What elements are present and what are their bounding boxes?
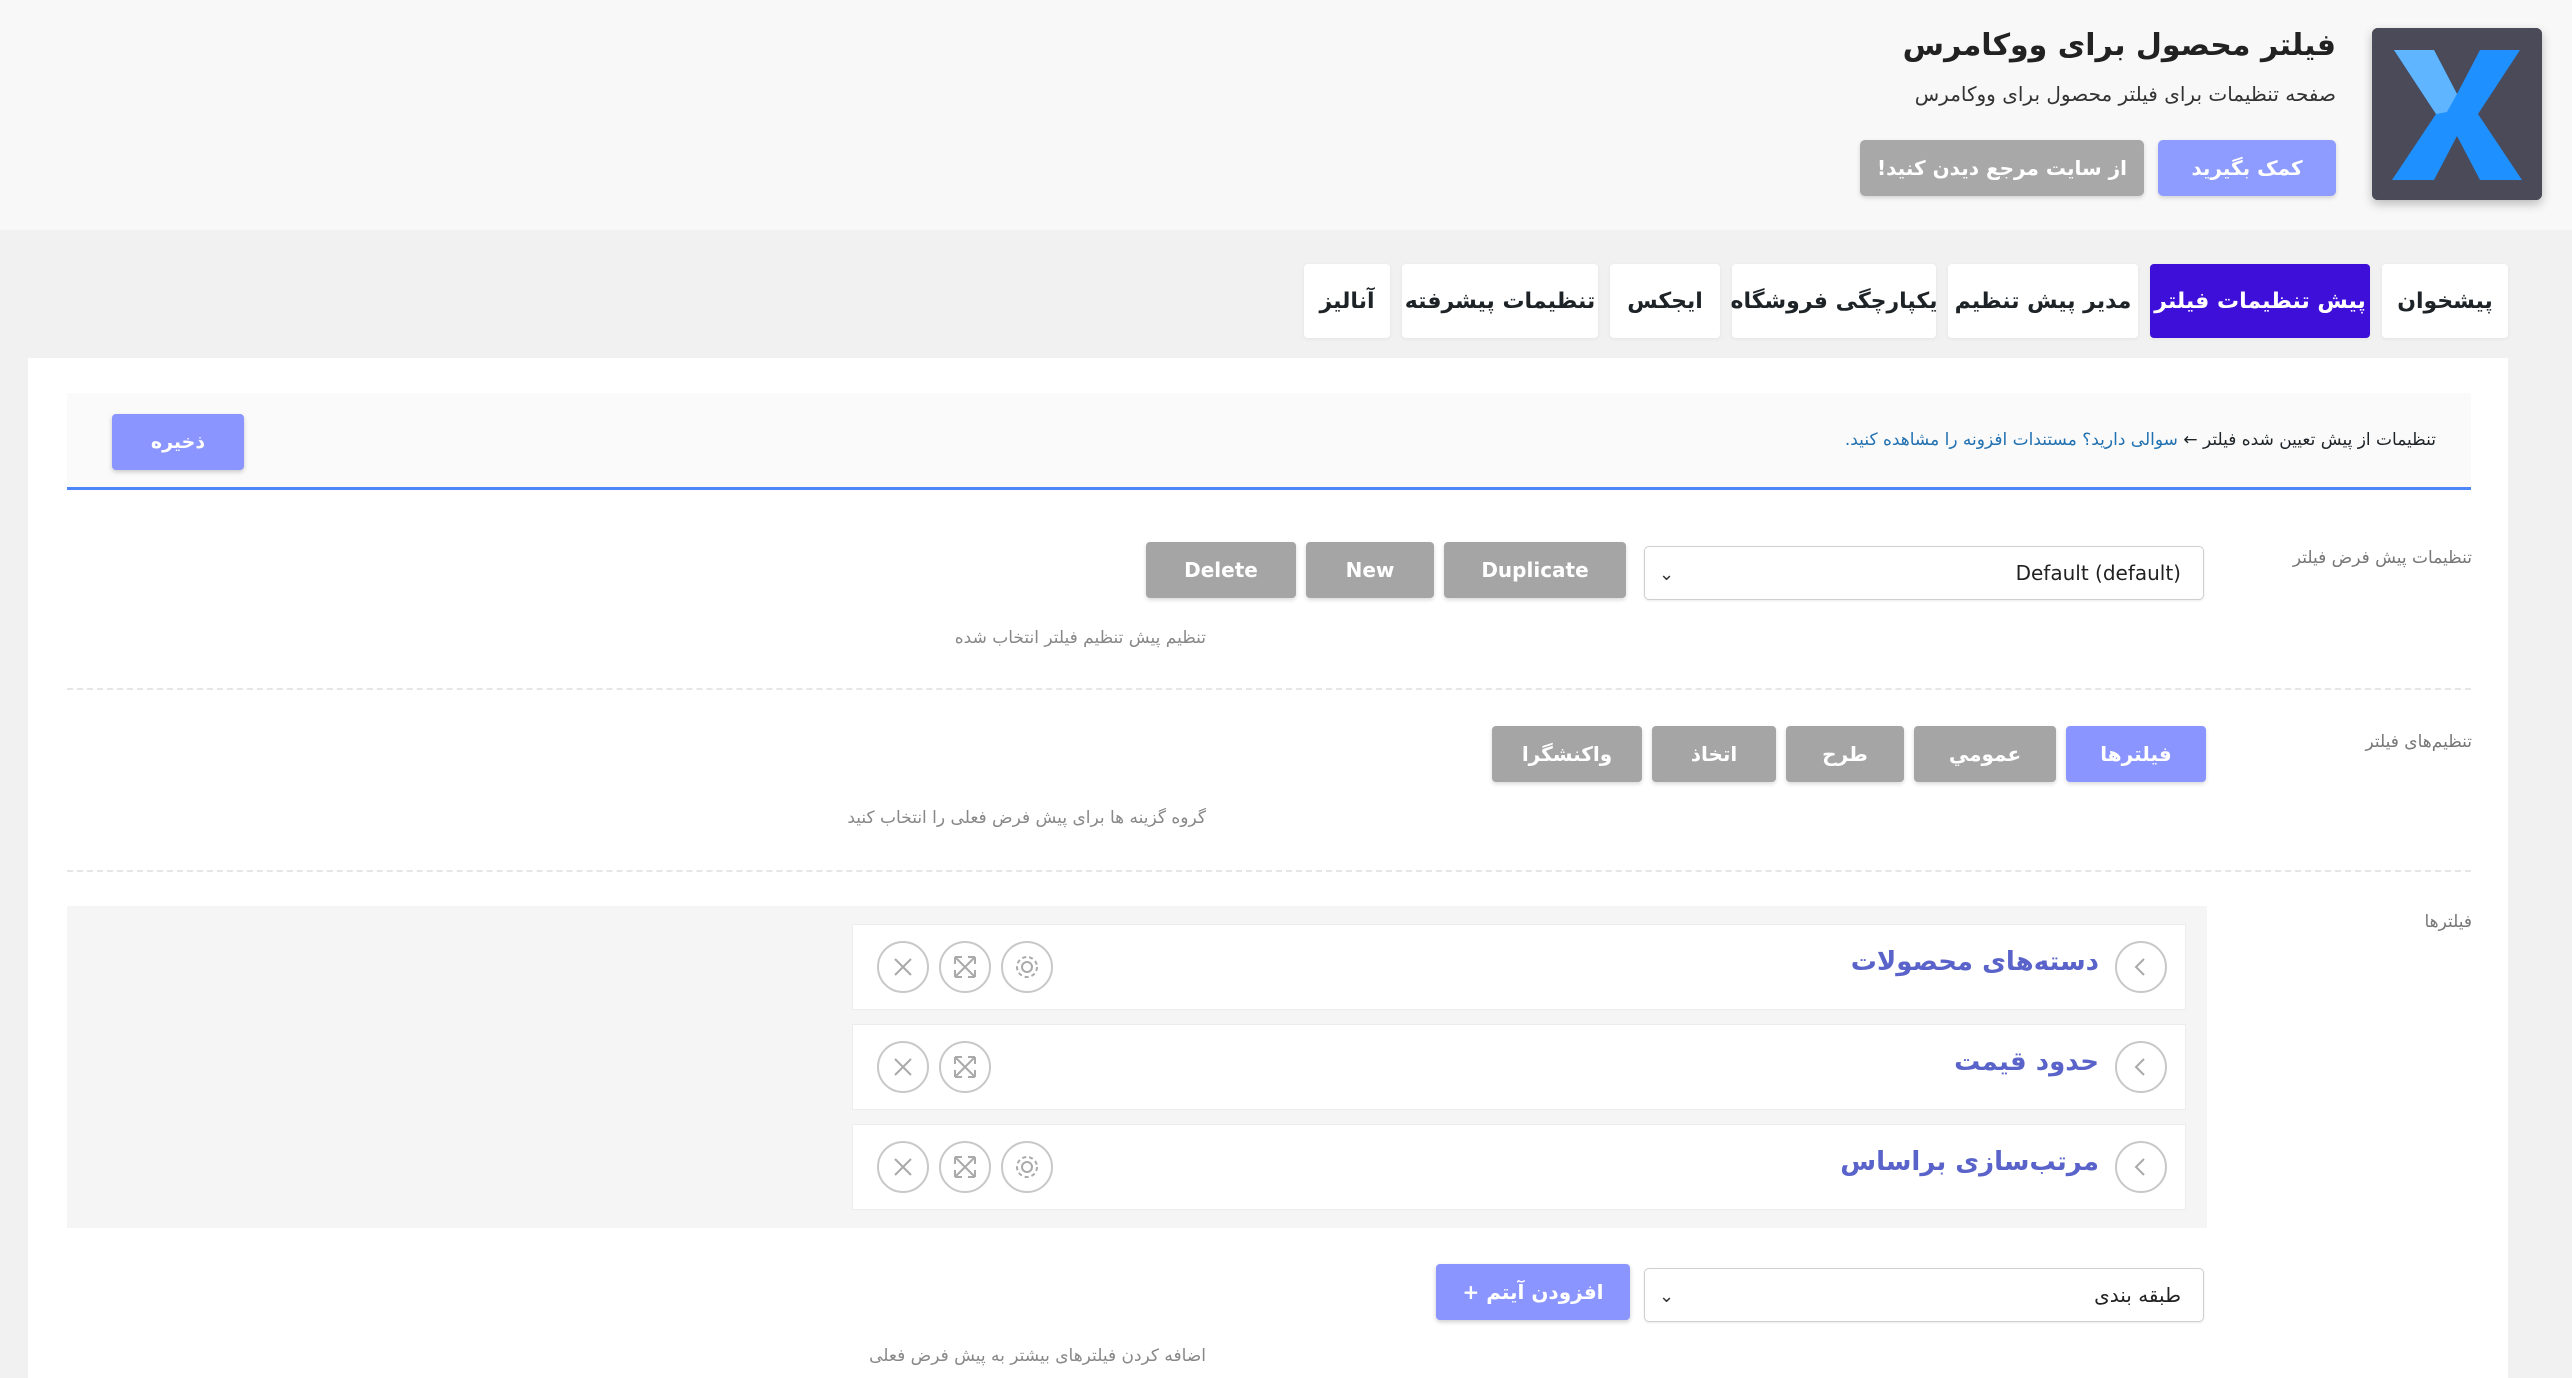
group-general-button[interactable]: عمومي [1914,726,2056,782]
chevron-left-icon[interactable] [2115,1041,2167,1093]
chevron-down-icon: ⌄ [1659,1286,1675,1307]
filter-item[interactable]: حدود قیمت [852,1024,2186,1110]
group-adoption-button[interactable]: اتخاذ [1652,726,1776,782]
new-button[interactable]: New [1306,542,1434,598]
close-icon[interactable] [877,941,929,993]
breadcrumb: تنظیمات از پیش تعیین شده فیلتر ← سوالی د… [1845,430,2436,450]
help-button[interactable]: کمک بگیرید [2158,140,2336,196]
settings-icon[interactable] [1001,1141,1053,1193]
filters-label: فیلترها [2424,912,2472,932]
tab-shop-integration[interactable]: یکپارچگی فروشگاه [1731,264,1937,338]
tab-ajax[interactable]: ایجکس [1610,264,1720,338]
visit-site-button[interactable]: از سایت مرجع دیدن کنید! [1860,140,2144,196]
divider [67,870,2471,872]
expand-icon[interactable] [939,1041,991,1093]
tab-dashboard[interactable]: پیشخوان [2382,264,2508,338]
chevron-left-icon[interactable] [2115,941,2167,993]
tab-preset-manager[interactable]: مدیر پیش تنظیم [1948,264,2138,338]
docs-link[interactable]: سوالی دارید؟ مستندات افزونه را مشاهده کن… [1845,430,2178,450]
filter-item-title: دسته‌های محصولات [1850,947,2099,977]
expand-icon[interactable] [939,941,991,993]
filter-settings-description: گروه گزینه ها برای پیش فرض فعلی را انتخا… [847,808,1206,828]
close-icon[interactable] [877,1041,929,1093]
preset-label: تنظیمات پیش فرض فیلتر [2292,548,2472,568]
taxonomy-select-value: طبقه بندی [2094,1283,2181,1307]
group-filters-button[interactable]: فیلترها [2066,726,2206,782]
plugin-subtitle: صفحه تنظیمات برای فیلتر محصول برای ووکام… [1914,82,2336,106]
save-button[interactable]: ذخیره [112,414,244,470]
filter-item[interactable]: دسته‌های محصولات [852,924,2186,1010]
chevron-left-icon[interactable] [2115,1141,2167,1193]
expand-icon[interactable] [939,1141,991,1193]
taxonomy-select[interactable]: طبقه بندی ⌄ [1644,1268,2204,1322]
preset-select[interactable]: Default (default) ⌄ [1644,546,2204,600]
preset-select-value: Default (default) [2015,561,2181,585]
add-filters-description: اضافه کردن فیلترهای بیشتر به پیش فرض فعل… [869,1346,1206,1366]
group-design-button[interactable]: طرح [1786,726,1904,782]
group-responsive-button[interactable]: واکنشگرا [1492,726,1642,782]
divider [67,688,2471,690]
filter-settings-label: تنظیم‌های فیلتر [2365,732,2473,752]
filter-item[interactable]: مرتب‌سازی براساس [852,1124,2186,1210]
tab-filter-presets[interactable]: پیش تنظیمات فیلتر [2150,264,2370,338]
close-icon[interactable] [877,1141,929,1193]
breadcrumb-arrow: ← [2183,430,2198,450]
settings-icon[interactable] [1001,941,1053,993]
breadcrumb-current: تنظیمات از پیش تعیین شده فیلتر [2202,430,2436,450]
chevron-down-icon: ⌄ [1659,564,1675,585]
tab-analytics[interactable]: آنالیز [1304,264,1390,338]
plugin-title: فیلتر محصول برای ووکامرس [1902,28,2336,63]
duplicate-button[interactable]: Duplicate [1444,542,1626,598]
delete-button[interactable]: Delete [1146,542,1296,598]
filter-item-title: حدود قیمت [1954,1047,2099,1077]
filter-item-title: مرتب‌سازی براساس [1840,1147,2099,1177]
plugin-logo [2372,28,2542,200]
add-item-button[interactable]: افزودن آیتم + [1436,1264,1630,1320]
tab-advanced-settings[interactable]: تنظیمات پیشرفته [1402,264,1598,338]
preset-description: تنظیم پیش تنظیم فیلتر انتخاب شده [954,628,1206,648]
